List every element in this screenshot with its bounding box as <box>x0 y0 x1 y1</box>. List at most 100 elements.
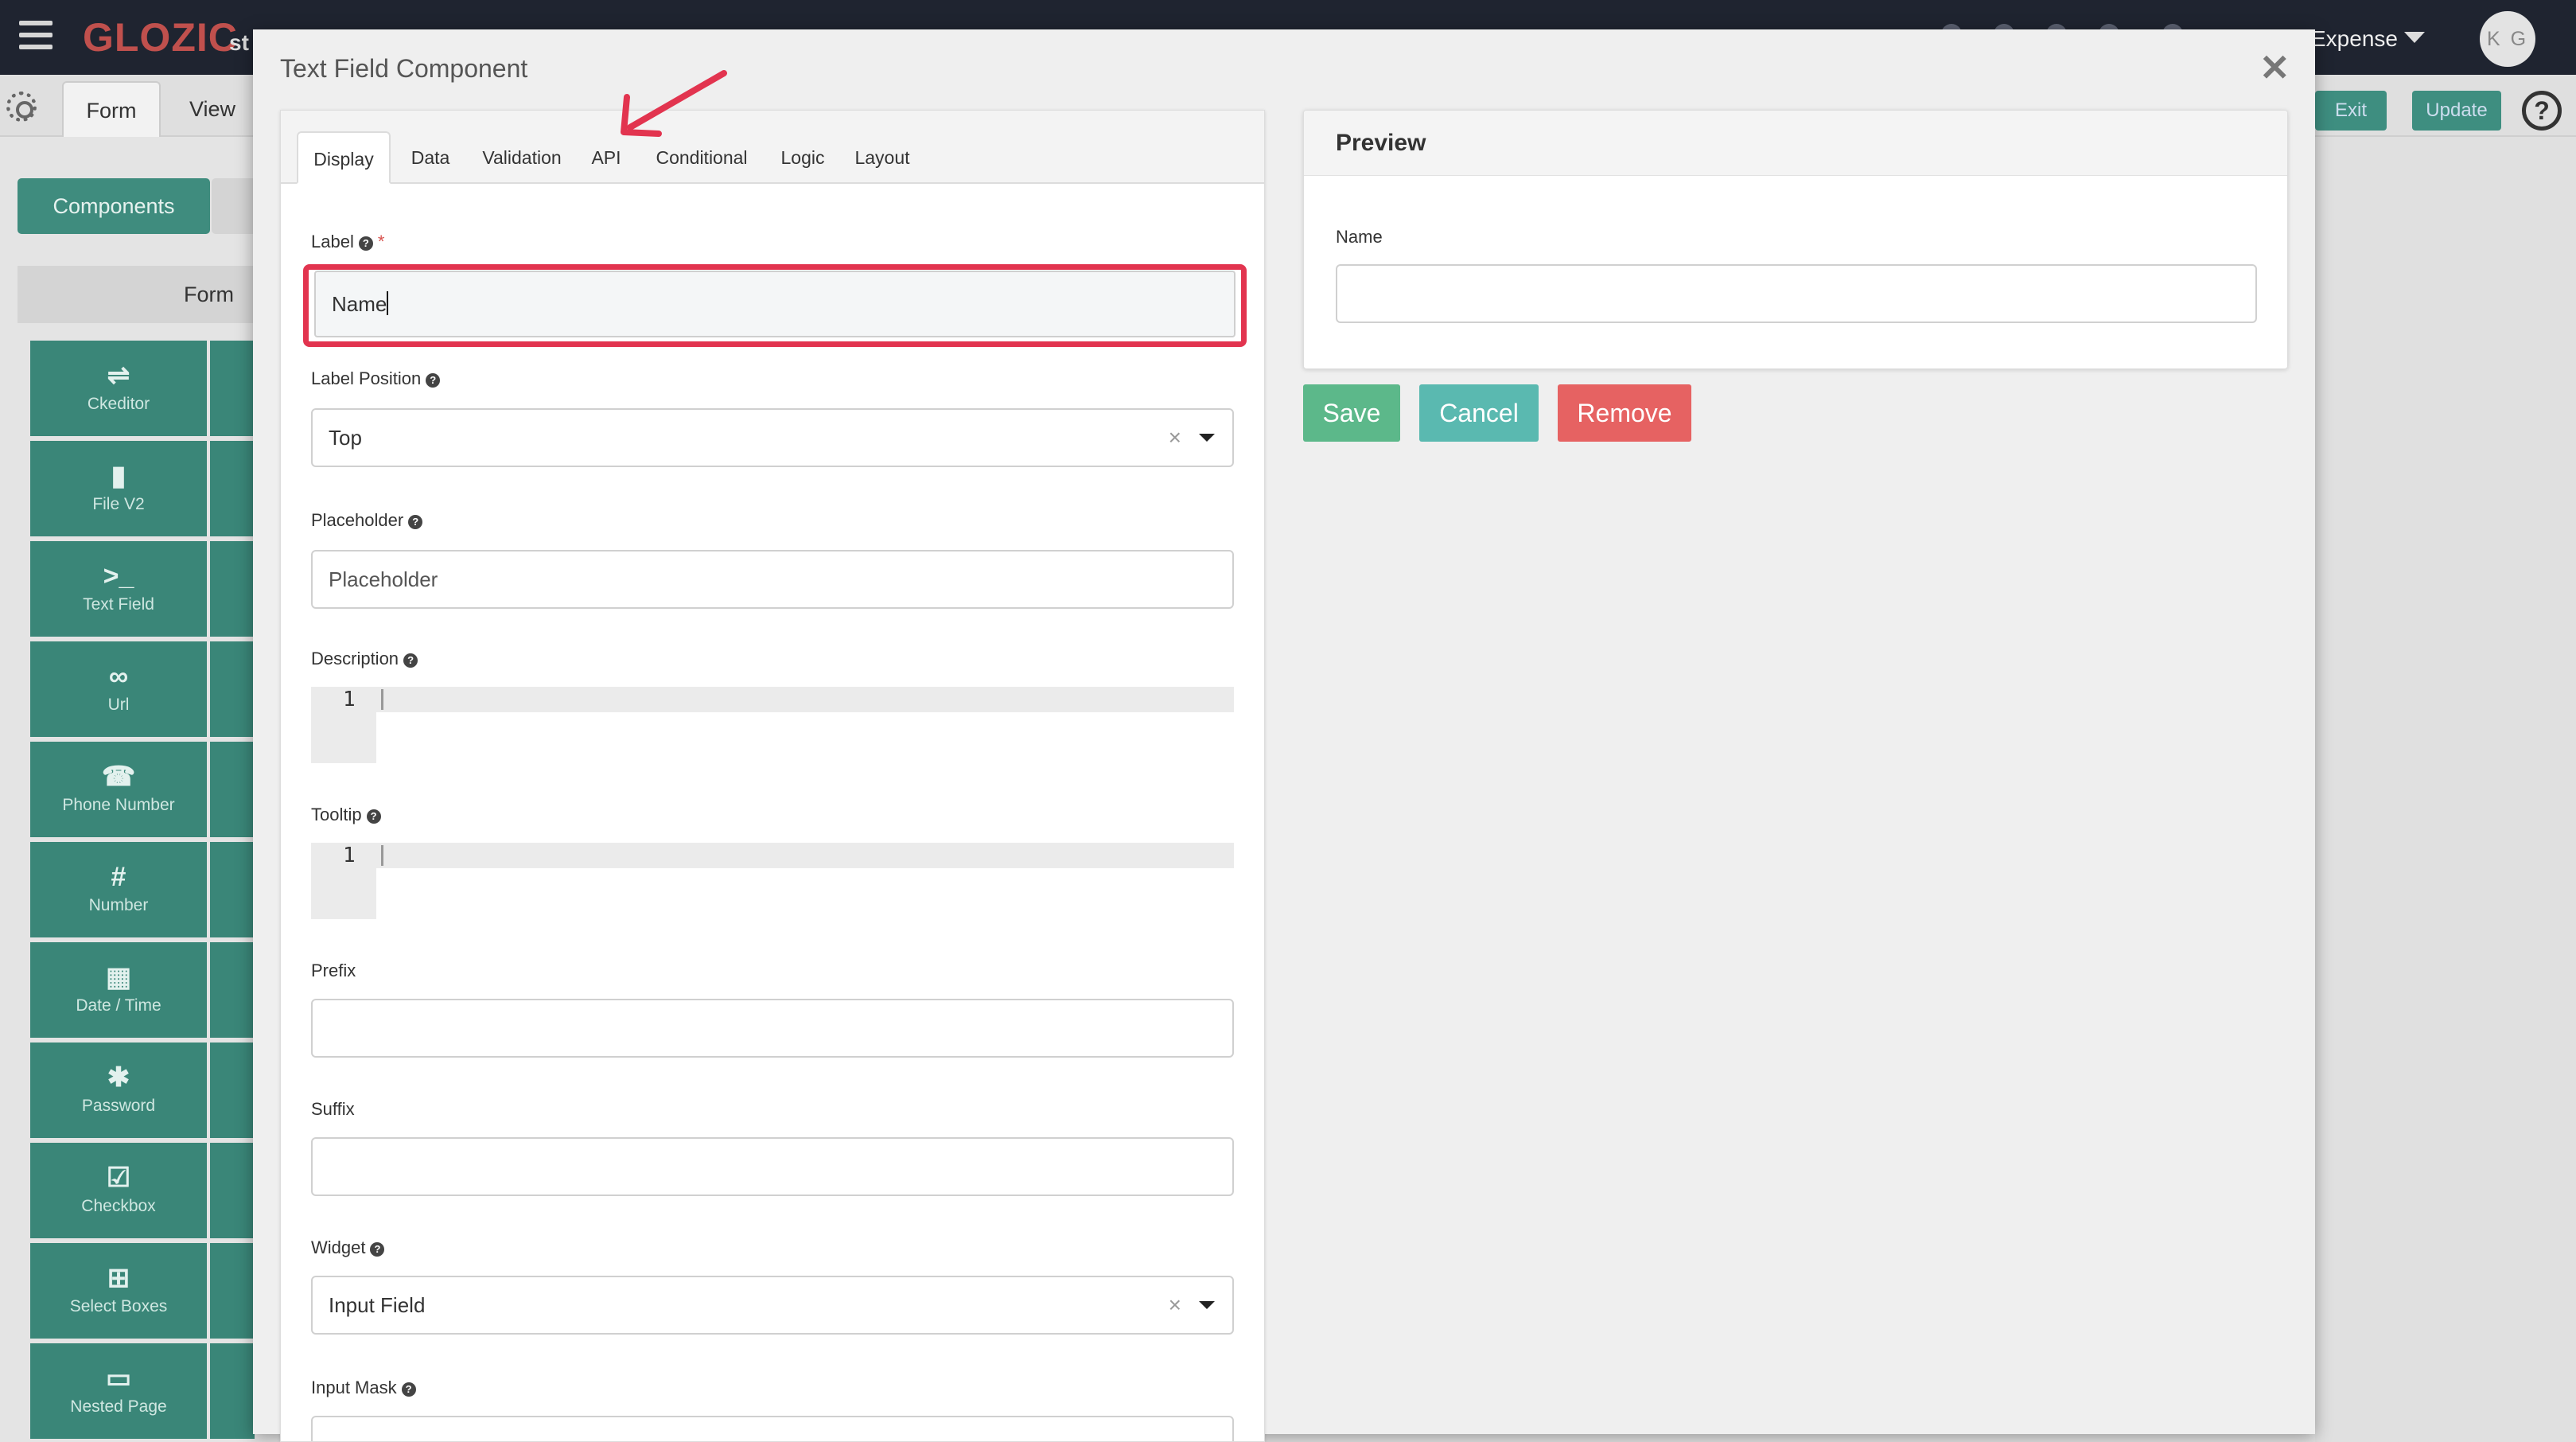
palette-column-2 <box>210 742 255 837</box>
palette-item-ckeditor[interactable]: ⇌ Ckeditor <box>30 341 207 436</box>
palette-item-password[interactable]: ✱ Password <box>30 1043 207 1138</box>
palette-item-label: Nested Page <box>70 1397 167 1416</box>
widget-value: Input Field <box>329 1293 426 1317</box>
caret-down-icon[interactable] <box>1199 434 1215 442</box>
tooltip-editor[interactable]: 1 <box>311 843 1234 919</box>
components-button[interactable]: Components <box>18 178 210 234</box>
signpost-icon: ⇌ <box>107 360 130 391</box>
tab-display[interactable]: Display <box>297 131 391 184</box>
question-icon[interactable]: ? <box>366 809 381 824</box>
palette-item-number[interactable]: # Number <box>30 842 207 937</box>
annotation-arrow <box>621 70 727 137</box>
components-secondary-tab[interactable] <box>212 178 259 234</box>
app-logo: GLOZIC <box>83 15 238 60</box>
input-mask-input[interactable] <box>311 1416 1234 1441</box>
palette-item-label: Date / Time <box>76 996 161 1015</box>
palette-item-text-field[interactable]: >_ Text Field <box>30 541 207 637</box>
palette-item-phone-number[interactable]: ☎ Phone Number <box>30 742 207 837</box>
question-icon[interactable]: ? <box>358 236 373 251</box>
question-icon[interactable]: ? <box>408 515 423 529</box>
clear-icon[interactable]: × <box>1169 1277 1181 1333</box>
label-position-select[interactable]: Top × <box>311 408 1234 467</box>
tab-layout[interactable]: Layout <box>842 131 922 184</box>
question-icon[interactable]: ? <box>426 373 441 388</box>
palette-column-2 <box>210 441 255 536</box>
preview-title: Preview <box>1304 111 2287 176</box>
widget-label-text: Widget <box>311 1237 366 1257</box>
label-position-field-label: Label Position? <box>311 368 441 389</box>
widget-field-label: Widget? <box>311 1237 385 1258</box>
app-selector-label[interactable]: Expense <box>2311 26 2398 52</box>
description-field-label: Description? <box>311 649 418 669</box>
palette-item-select-boxes[interactable]: ⊞ Select Boxes <box>30 1243 207 1339</box>
palette-item-date-time[interactable]: ▦ Date / Time <box>30 942 207 1038</box>
hamburger-menu-icon[interactable] <box>19 21 53 49</box>
tab-form[interactable]: Form <box>62 81 161 137</box>
question-icon[interactable]: ? <box>401 1382 416 1397</box>
widget-select[interactable]: Input Field × <box>311 1276 1234 1335</box>
gear-icon[interactable] <box>6 92 37 122</box>
tab-logic[interactable]: Logic <box>771 131 835 184</box>
description-editor[interactable]: 1 <box>311 687 1234 763</box>
avatar[interactable]: K G <box>2480 11 2535 67</box>
builder-canvas-right <box>2315 137 2576 1442</box>
text-cursor <box>387 291 389 315</box>
input-mask-field-label: Input Mask? <box>311 1378 416 1398</box>
palette-item-file-v2[interactable]: ▮ File V2 <box>30 441 207 536</box>
suffix-input[interactable] <box>311 1137 1234 1196</box>
label-position-value: Top <box>329 426 362 450</box>
remove-button[interactable]: Remove <box>1558 384 1691 442</box>
prefix-field-label: Prefix <box>311 961 356 980</box>
text-cursor <box>381 689 383 710</box>
asterisk-icon: ✱ <box>107 1062 130 1093</box>
cancel-button[interactable]: Cancel <box>1419 384 1539 442</box>
save-button[interactable]: Save <box>1303 384 1400 442</box>
preview-name-input[interactable] <box>1336 264 2257 323</box>
placeholder-label-text: Placeholder <box>311 510 404 530</box>
question-icon[interactable]: ? <box>403 653 418 668</box>
palette-item-label: Select Boxes <box>69 1297 168 1315</box>
plus-square-icon: ⊞ <box>107 1263 130 1293</box>
suffix-field-label: Suffix <box>311 1099 355 1119</box>
form-section-header[interactable]: Form <box>18 266 256 323</box>
text-cursor <box>381 845 383 866</box>
caret-down-icon[interactable] <box>2404 32 2425 43</box>
palette-item-label: Password <box>81 1097 156 1115</box>
link-icon: ∞ <box>108 661 129 692</box>
palette-item-nested-page[interactable]: ▭ Nested Page <box>30 1343 207 1439</box>
update-button[interactable]: Update <box>2412 91 2501 131</box>
palette-item-label: File V2 <box>92 495 145 513</box>
code-line <box>311 843 1234 868</box>
palette-item-label: Text Field <box>83 595 154 614</box>
tab-validation[interactable]: Validation <box>470 131 574 184</box>
preview-panel: Preview Name <box>1303 110 2288 369</box>
placeholder-input[interactable]: Placeholder <box>311 550 1234 609</box>
palette-column-2 <box>210 1343 255 1439</box>
hash-icon: # <box>111 862 126 892</box>
tooltip-label-text: Tooltip <box>311 805 362 824</box>
prefix-input[interactable] <box>311 999 1234 1058</box>
terminal-icon: >_ <box>103 561 134 591</box>
help-icon[interactable]: ? <box>2522 91 2562 131</box>
tooltip-field-label: Tooltip? <box>311 805 381 825</box>
tab-data[interactable]: Data <box>399 131 462 184</box>
placeholder-field-label: Placeholder? <box>311 510 423 531</box>
card-icon: ▭ <box>105 1363 132 1393</box>
close-icon[interactable]: ✕ <box>2259 48 2290 88</box>
edit-panel: Display Data Validation API Conditional … <box>280 110 1265 1442</box>
palette-item-checkbox[interactable]: ☑ Checkbox <box>30 1143 207 1238</box>
clear-icon[interactable]: × <box>1169 410 1181 466</box>
code-line <box>311 687 1234 712</box>
label-input[interactable]: Name <box>314 271 1235 337</box>
exit-button[interactable]: Exit <box>2315 91 2387 131</box>
palette-item-label: Number <box>88 896 149 914</box>
question-icon[interactable]: ? <box>370 1242 385 1257</box>
settings-tabs: Display Data Validation API Conditional … <box>281 111 1264 184</box>
description-label-text: Description <box>311 649 399 668</box>
modal-title: Text Field Component <box>280 54 528 83</box>
palette-item-url[interactable]: ∞ Url <box>30 641 207 737</box>
phone-icon: ☎ <box>101 762 136 792</box>
palette-item-label: Phone Number <box>62 796 175 814</box>
tab-view[interactable]: View <box>169 81 256 137</box>
caret-down-icon[interactable] <box>1199 1301 1215 1309</box>
